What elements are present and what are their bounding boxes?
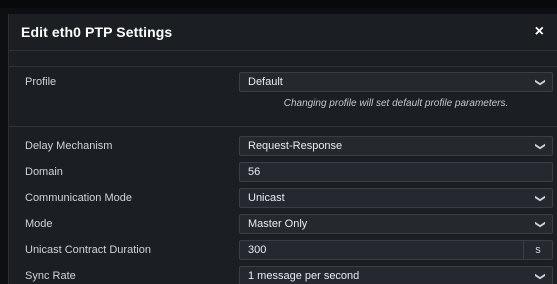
mode-label: Mode	[25, 218, 53, 230]
modal-header: Edit eth0 PTP Settings ×	[9, 14, 557, 51]
ptp-settings-modal: Edit eth0 PTP Settings × Profile Default…	[8, 14, 557, 284]
profile-note: Changing profile will set default profil…	[283, 98, 509, 109]
modal-title: Edit eth0 PTP Settings	[21, 24, 173, 40]
unicast-contract-duration-row: Unicast Contract Duration 300 s	[9, 238, 557, 264]
sync-rate-value: 1 message per second	[248, 270, 360, 282]
mode-select[interactable]: Master Only ❯	[239, 214, 553, 234]
chevron-down-icon: ❯	[534, 141, 546, 151]
backdrop	[0, 0, 557, 8]
profile-row: Profile Default ❯	[9, 70, 557, 96]
unicast-contract-duration-input[interactable]: 300 s	[239, 240, 553, 260]
profile-label: Profile	[25, 76, 57, 88]
delay-mechanism-label: Delay Mechanism	[25, 140, 113, 152]
header-sub-divider	[9, 66, 557, 67]
domain-input[interactable]: 56	[239, 162, 553, 182]
profile-value: Default	[248, 76, 283, 88]
mode-row: Mode Master Only ❯	[9, 212, 557, 238]
seconds-unit: s	[523, 241, 552, 259]
chevron-down-icon: ❯	[534, 193, 546, 203]
delay-mechanism-value: Request-Response	[248, 140, 343, 152]
delay-mechanism-select[interactable]: Request-Response ❯	[239, 136, 553, 156]
delay-mechanism-row: Delay Mechanism Request-Response ❯	[9, 134, 557, 160]
sync-rate-row: Sync Rate 1 message per second ❯	[9, 264, 557, 284]
unicast-contract-duration-value: 300	[248, 244, 267, 256]
domain-row: Domain 56	[9, 160, 557, 186]
communication-mode-label: Communication Mode	[25, 192, 132, 204]
section-divider	[9, 126, 557, 127]
domain-value: 56	[248, 166, 261, 178]
chevron-down-icon: ❯	[534, 77, 546, 87]
mode-value: Master Only	[248, 218, 308, 230]
chevron-down-icon: ❯	[534, 219, 546, 229]
close-icon[interactable]: ×	[535, 24, 544, 40]
profile-select[interactable]: Default ❯	[239, 72, 553, 92]
unicast-contract-duration-label: Unicast Contract Duration	[25, 244, 151, 256]
sync-rate-label: Sync Rate	[25, 270, 76, 282]
communication-mode-row: Communication Mode Unicast ❯	[9, 186, 557, 212]
communication-mode-value: Unicast	[248, 192, 285, 204]
domain-label: Domain	[25, 166, 63, 178]
communication-mode-select[interactable]: Unicast ❯	[239, 188, 553, 208]
sync-rate-select[interactable]: 1 message per second ❯	[239, 266, 553, 284]
chevron-down-icon: ❯	[534, 271, 546, 281]
